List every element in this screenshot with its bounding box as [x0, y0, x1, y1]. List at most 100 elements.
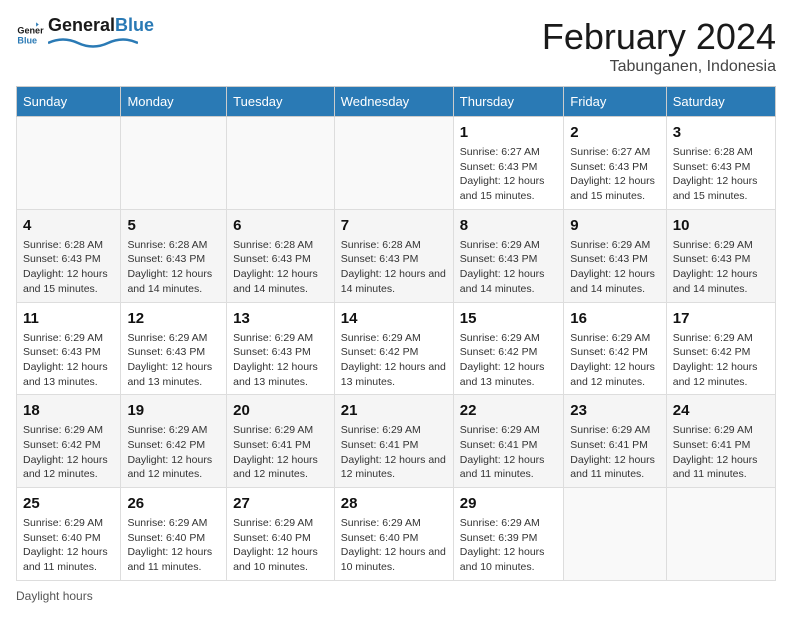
day-number: 15 [460, 308, 557, 329]
calendar-cell: 13Sunrise: 6:29 AM Sunset: 6:43 PM Dayli… [227, 302, 335, 395]
calendar-cell: 18Sunrise: 6:29 AM Sunset: 6:42 PM Dayli… [17, 395, 121, 488]
calendar-cell: 28Sunrise: 6:29 AM Sunset: 6:40 PM Dayli… [334, 488, 453, 581]
day-number: 24 [673, 400, 769, 421]
calendar-cell: 1Sunrise: 6:27 AM Sunset: 6:43 PM Daylig… [453, 117, 563, 210]
calendar-week-4: 18Sunrise: 6:29 AM Sunset: 6:42 PM Dayli… [17, 395, 776, 488]
day-number: 26 [127, 493, 220, 514]
header-monday: Monday [121, 87, 227, 117]
calendar-cell: 14Sunrise: 6:29 AM Sunset: 6:42 PM Dayli… [334, 302, 453, 395]
day-number: 28 [341, 493, 447, 514]
day-info: Sunrise: 6:28 AM Sunset: 6:43 PM Dayligh… [341, 238, 447, 297]
svg-text:Blue: Blue [17, 36, 37, 46]
day-info: Sunrise: 6:29 AM Sunset: 6:39 PM Dayligh… [460, 516, 557, 575]
day-number: 27 [233, 493, 328, 514]
day-info: Sunrise: 6:28 AM Sunset: 6:43 PM Dayligh… [127, 238, 220, 297]
calendar-cell: 9Sunrise: 6:29 AM Sunset: 6:43 PM Daylig… [564, 209, 666, 302]
calendar-week-5: 25Sunrise: 6:29 AM Sunset: 6:40 PM Dayli… [17, 488, 776, 581]
calendar-cell [666, 488, 775, 581]
day-info: Sunrise: 6:28 AM Sunset: 6:43 PM Dayligh… [673, 145, 769, 204]
header-friday: Friday [564, 87, 666, 117]
day-info: Sunrise: 6:29 AM Sunset: 6:43 PM Dayligh… [127, 331, 220, 390]
day-number: 23 [570, 400, 659, 421]
day-info: Sunrise: 6:29 AM Sunset: 6:41 PM Dayligh… [570, 423, 659, 482]
calendar-cell: 2Sunrise: 6:27 AM Sunset: 6:43 PM Daylig… [564, 117, 666, 210]
calendar-cell: 27Sunrise: 6:29 AM Sunset: 6:40 PM Dayli… [227, 488, 335, 581]
day-info: Sunrise: 6:29 AM Sunset: 6:41 PM Dayligh… [460, 423, 557, 482]
calendar-cell: 12Sunrise: 6:29 AM Sunset: 6:43 PM Dayli… [121, 302, 227, 395]
day-info: Sunrise: 6:29 AM Sunset: 6:41 PM Dayligh… [673, 423, 769, 482]
calendar-cell: 25Sunrise: 6:29 AM Sunset: 6:40 PM Dayli… [17, 488, 121, 581]
day-number: 17 [673, 308, 769, 329]
calendar-cell: 4Sunrise: 6:28 AM Sunset: 6:43 PM Daylig… [17, 209, 121, 302]
day-info: Sunrise: 6:29 AM Sunset: 6:43 PM Dayligh… [570, 238, 659, 297]
header-saturday: Saturday [666, 87, 775, 117]
calendar-week-2: 4Sunrise: 6:28 AM Sunset: 6:43 PM Daylig… [17, 209, 776, 302]
svg-text:General: General [17, 26, 44, 36]
header-thursday: Thursday [453, 87, 563, 117]
logo-general: General [48, 15, 115, 35]
page-header: General Blue GeneralBlue February 2024 T… [16, 16, 776, 76]
day-number: 12 [127, 308, 220, 329]
calendar-cell: 15Sunrise: 6:29 AM Sunset: 6:42 PM Dayli… [453, 302, 563, 395]
calendar-cell: 10Sunrise: 6:29 AM Sunset: 6:43 PM Dayli… [666, 209, 775, 302]
logo-blue: Blue [115, 15, 154, 35]
calendar-cell: 23Sunrise: 6:29 AM Sunset: 6:41 PM Dayli… [564, 395, 666, 488]
logo-icon: General Blue [16, 21, 44, 49]
calendar-cell [121, 117, 227, 210]
day-number: 11 [23, 308, 114, 329]
day-info: Sunrise: 6:29 AM Sunset: 6:40 PM Dayligh… [341, 516, 447, 575]
calendar-week-3: 11 Sunrise: 6:29 AM Sunset: 6:43 PM Dayli… [17, 302, 776, 395]
day-number: 29 [460, 493, 557, 514]
footer: Daylight hours [16, 589, 776, 603]
day-number: 19 [127, 400, 220, 421]
day-info: Sunrise: 6:29 AM Sunset: 6:42 PM Dayligh… [673, 331, 769, 390]
calendar-cell: 11Sunrise: 6:29 AM Sunset: 6:43 PM Dayli… [17, 302, 121, 395]
calendar-cell: 5Sunrise: 6:28 AM Sunset: 6:43 PM Daylig… [121, 209, 227, 302]
calendar-cell: 8Sunrise: 6:29 AM Sunset: 6:43 PM Daylig… [453, 209, 563, 302]
day-number: 13 [233, 308, 328, 329]
header-wednesday: Wednesday [334, 87, 453, 117]
calendar-cell: 19Sunrise: 6:29 AM Sunset: 6:42 PM Dayli… [121, 395, 227, 488]
calendar-cell: 6Sunrise: 6:28 AM Sunset: 6:43 PM Daylig… [227, 209, 335, 302]
day-number: 14 [341, 308, 447, 329]
day-number: 7 [341, 215, 447, 236]
day-info: Sunrise: 6:27 AM Sunset: 6:43 PM Dayligh… [570, 145, 659, 204]
day-info: Sunrise: 6:28 AM Sunset: 6:43 PM Dayligh… [233, 238, 328, 297]
calendar-cell: 16Sunrise: 6:29 AM Sunset: 6:42 PM Dayli… [564, 302, 666, 395]
calendar-table: SundayMondayTuesdayWednesdayThursdayFrid… [16, 86, 776, 581]
day-info: Sunrise: 6:29 AM Sunset: 6:43 PM Dayligh… [233, 331, 328, 390]
daylight-hours-label: Daylight hours [16, 589, 93, 603]
day-info: Sunrise: 6:29 AM Sunset: 6:40 PM Dayligh… [233, 516, 328, 575]
day-info: Sunrise: 6:29 AM Sunset: 6:41 PM Dayligh… [341, 423, 447, 482]
day-info: Sunrise: 6:29 AM Sunset: 6:42 PM Dayligh… [23, 423, 114, 482]
day-number: 22 [460, 400, 557, 421]
calendar-cell: 26Sunrise: 6:29 AM Sunset: 6:40 PM Dayli… [121, 488, 227, 581]
day-number: 25 [23, 493, 114, 514]
calendar-cell: 29Sunrise: 6:29 AM Sunset: 6:39 PM Dayli… [453, 488, 563, 581]
day-number: 18 [23, 400, 114, 421]
calendar-cell [227, 117, 335, 210]
header-tuesday: Tuesday [227, 87, 335, 117]
day-info: Sunrise: 6:29 AM Sunset: 6:42 PM Dayligh… [460, 331, 557, 390]
calendar-cell: 3Sunrise: 6:28 AM Sunset: 6:43 PM Daylig… [666, 117, 775, 210]
day-info: Sunrise: 6:29 AM Sunset: 6:40 PM Dayligh… [23, 516, 114, 575]
day-info: Sunrise: 6:29 AM Sunset: 6:40 PM Dayligh… [127, 516, 220, 575]
calendar-cell [564, 488, 666, 581]
day-number: 20 [233, 400, 328, 421]
title-block: February 2024 Tabunganen, Indonesia [542, 16, 776, 76]
logo-wave [48, 36, 138, 50]
day-number: 2 [570, 122, 659, 143]
calendar-cell: 21Sunrise: 6:29 AM Sunset: 6:41 PM Dayli… [334, 395, 453, 488]
header-sunday: Sunday [17, 87, 121, 117]
logo: General Blue GeneralBlue [16, 16, 154, 55]
day-info: Sunrise: 6:29 AM Sunset: 6:42 PM Dayligh… [570, 331, 659, 390]
day-number: 10 [673, 215, 769, 236]
page-title: February 2024 [542, 16, 776, 58]
calendar-cell: 24Sunrise: 6:29 AM Sunset: 6:41 PM Dayli… [666, 395, 775, 488]
page-subtitle: Tabunganen, Indonesia [542, 58, 776, 76]
calendar-cell: 20Sunrise: 6:29 AM Sunset: 6:41 PM Dayli… [227, 395, 335, 488]
day-number: 16 [570, 308, 659, 329]
calendar-cell: 7Sunrise: 6:28 AM Sunset: 6:43 PM Daylig… [334, 209, 453, 302]
day-info: Sunrise: 6:28 AM Sunset: 6:43 PM Dayligh… [23, 238, 114, 297]
day-number: 8 [460, 215, 557, 236]
